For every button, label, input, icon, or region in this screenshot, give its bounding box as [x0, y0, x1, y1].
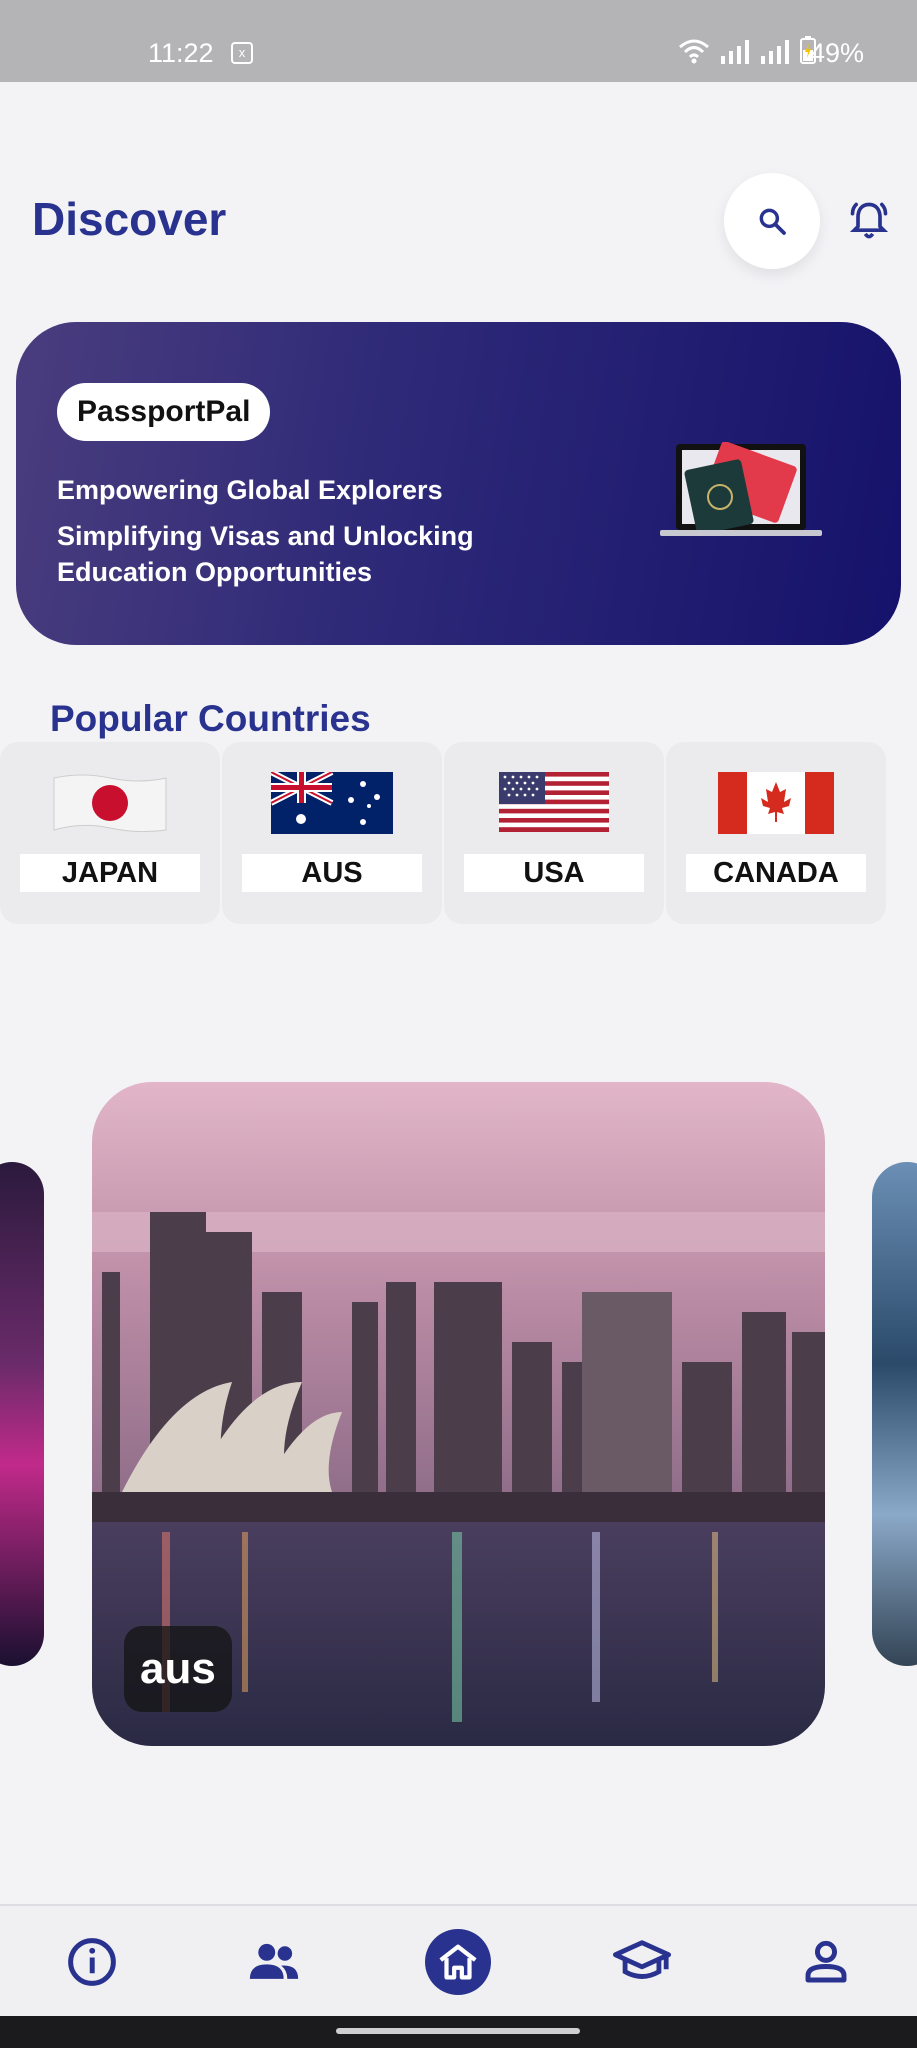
- laptop-passport-illustration: [660, 442, 822, 536]
- promo-banner[interactable]: PassportPal Empowering Global Explorers …: [16, 322, 901, 645]
- banner-headline: Empowering Global Explorers: [57, 475, 443, 505]
- search-button[interactable]: [724, 173, 820, 269]
- canada-flag-icon: [718, 772, 834, 834]
- section-title-popular: Popular Countries: [50, 698, 371, 739]
- country-label: JAPAN: [20, 854, 200, 892]
- carousel-card-next[interactable]: [872, 1162, 917, 1666]
- nav-community[interactable]: [232, 1920, 316, 2004]
- japan-flag-icon: [53, 774, 167, 833]
- country-label: CANADA: [686, 854, 866, 892]
- education-icon: [613, 1940, 671, 1979]
- nav-home-active: [425, 1929, 491, 1995]
- brand-pill: PassportPal: [57, 383, 271, 441]
- wifi-icon: [679, 39, 709, 64]
- gesture-handle[interactable]: [336, 2028, 580, 2034]
- australia-flag-icon: [271, 772, 393, 834]
- carousel-card-prev[interactable]: [0, 1162, 44, 1666]
- countries-row: JAPAN AUS USA CANADA: [0, 742, 917, 924]
- page-title: Discover: [32, 193, 227, 245]
- country-card-usa[interactable]: USA: [444, 742, 664, 924]
- carousel-card-current[interactable]: aus: [92, 1082, 825, 1746]
- status-icons: [678, 36, 816, 64]
- profile-icon: [805, 1940, 847, 1983]
- country-card-aus[interactable]: AUS: [222, 742, 442, 924]
- country-label: AUS: [242, 854, 422, 892]
- search-icon: [759, 208, 786, 235]
- status-bar: 11:22 x 49%: [0, 0, 917, 82]
- nav-profile[interactable]: [784, 1920, 868, 2004]
- info-icon: [68, 1938, 116, 1986]
- battery-percent: 49%: [810, 38, 865, 68]
- gesture-bar: [0, 2016, 917, 2048]
- notifications-button[interactable]: [844, 196, 894, 246]
- community-icon: [249, 1943, 299, 1979]
- bottom-nav: [0, 1904, 917, 2016]
- usa-flag-icon: [499, 772, 609, 832]
- country-card-japan[interactable]: JAPAN: [0, 742, 220, 924]
- notification-icon: x: [231, 42, 253, 64]
- country-label: USA: [464, 854, 644, 892]
- signal-icon: [721, 40, 749, 64]
- signal-icon-2: [761, 40, 789, 64]
- status-time: 11:22: [148, 38, 214, 68]
- home-icon: [439, 1944, 477, 1980]
- carousel-caption: aus: [124, 1626, 232, 1712]
- nav-info[interactable]: [50, 1920, 134, 2004]
- bell-icon: [849, 202, 889, 239]
- country-card-canada[interactable]: CANADA: [666, 742, 886, 924]
- nav-education[interactable]: [600, 1920, 684, 2004]
- nav-home[interactable]: [416, 1920, 500, 2004]
- banner-subline: Simplifying Visas and Unlocking Educatio…: [57, 521, 474, 587]
